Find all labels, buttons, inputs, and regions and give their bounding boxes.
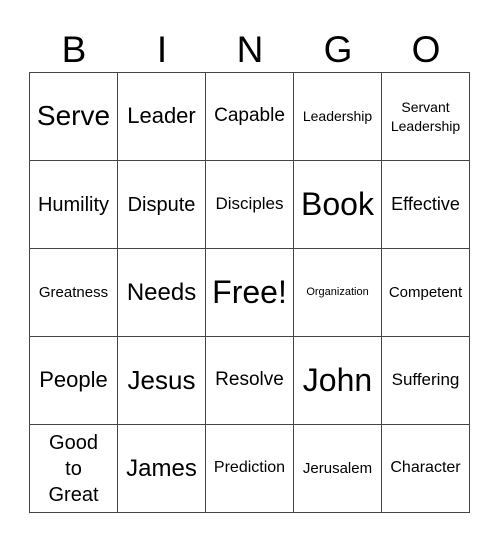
bingo-cell[interactable]: John xyxy=(294,337,382,425)
bingo-cell[interactable]: Needs xyxy=(118,249,206,337)
bingo-cell[interactable]: Prediction xyxy=(206,425,294,513)
bingo-cell[interactable]: Effective xyxy=(382,161,470,249)
header-letter-n: N xyxy=(236,29,264,70)
bingo-cell[interactable]: Competent xyxy=(382,249,470,337)
bingo-cell[interactable]: Good to Great xyxy=(30,425,118,513)
bingo-cell[interactable]: Book xyxy=(294,161,382,249)
bingo-cell[interactable]: Leadership xyxy=(294,73,382,161)
bingo-grid: Serve Leader Capable Leadership Servant … xyxy=(29,72,470,513)
bingo-cell[interactable]: Dispute xyxy=(118,161,206,249)
free-space[interactable]: Free! xyxy=(206,249,294,337)
bingo-header: B I N G O xyxy=(30,28,470,72)
bingo-cell[interactable]: Suffering xyxy=(382,337,470,425)
bingo-cell[interactable]: People xyxy=(30,337,118,425)
bingo-cell[interactable]: Serve xyxy=(30,73,118,161)
bingo-cell[interactable]: Character xyxy=(382,425,470,513)
bingo-cell[interactable]: Resolve xyxy=(206,337,294,425)
bingo-cell[interactable]: Capable xyxy=(206,73,294,161)
bingo-cell[interactable]: Organization xyxy=(294,249,382,337)
header-letter-b: B xyxy=(61,29,87,70)
bingo-cell[interactable]: Jerusalem xyxy=(294,425,382,513)
header-letter-o: O xyxy=(411,29,441,70)
bingo-cell[interactable]: Jesus xyxy=(118,337,206,425)
bingo-cell[interactable]: Disciples xyxy=(206,161,294,249)
header-letter-i: I xyxy=(156,29,168,70)
bingo-cell[interactable]: Greatness xyxy=(30,249,118,337)
bingo-cell[interactable]: James xyxy=(118,425,206,513)
bingo-cell[interactable]: Humility xyxy=(30,161,118,249)
bingo-cell[interactable]: Leader xyxy=(118,73,206,161)
bingo-cell[interactable]: Servant Leadership xyxy=(382,73,470,161)
header-letter-g: G xyxy=(323,29,353,70)
